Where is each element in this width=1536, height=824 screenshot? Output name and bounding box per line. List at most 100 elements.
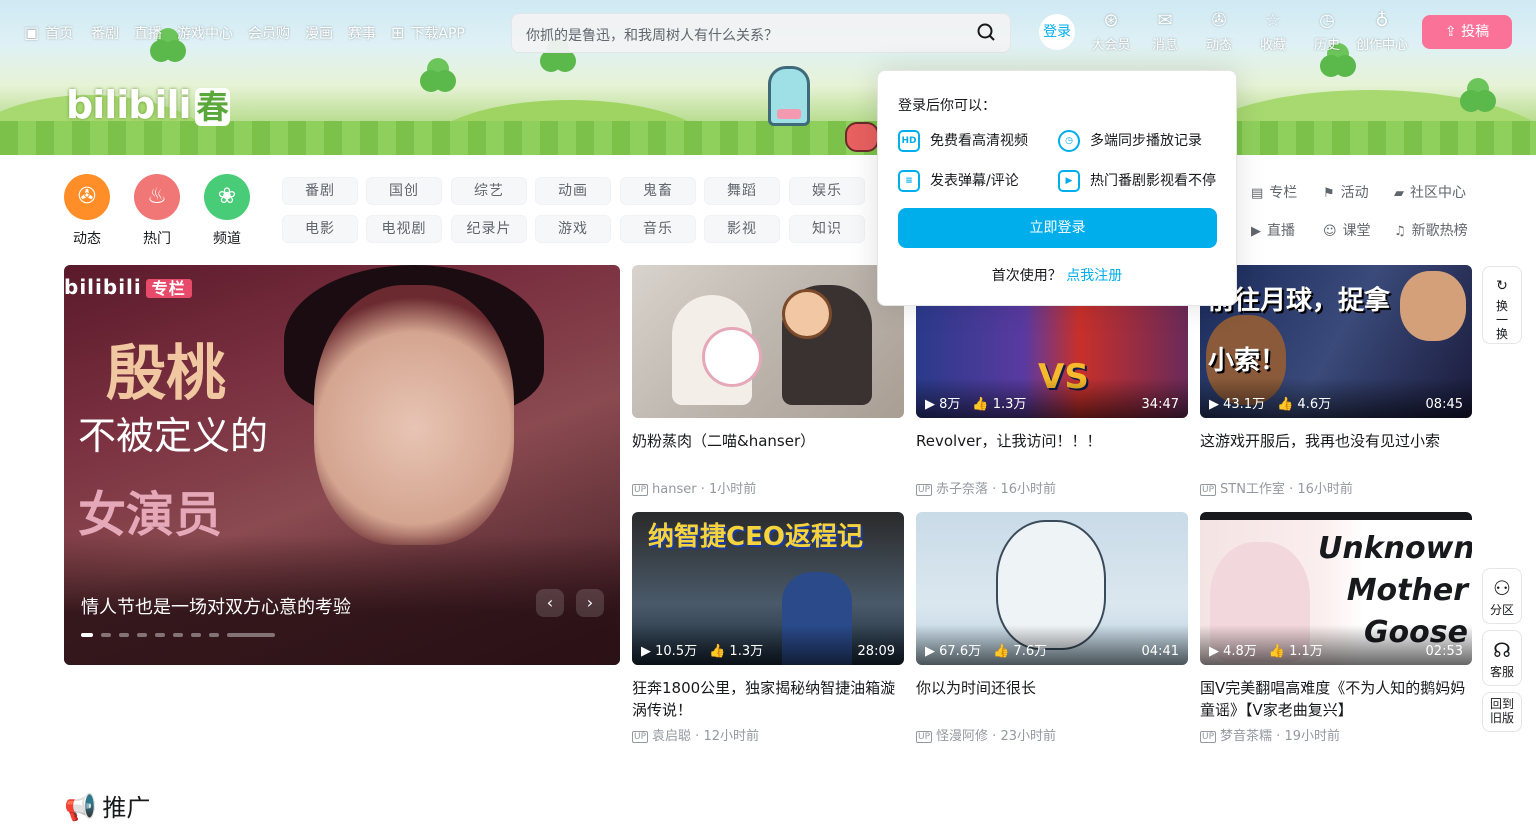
nav-messages[interactable]: ✉ 消息 — [1137, 10, 1193, 53]
video-meta[interactable]: UP 怪漫阿修 · 23小时前 — [916, 725, 1188, 744]
zones-icon: ⚇ — [1493, 576, 1511, 600]
featured-carousel[interactable]: bilibili 专栏 殷桃 不被定义的 女演员 情人节也是一场对双方心意的考验 … — [64, 265, 620, 665]
customer-service-button[interactable]: ☊ 客服 — [1482, 630, 1522, 686]
tag-guochuang[interactable]: 国创 — [366, 177, 442, 205]
video-card[interactable]: 前往月球，捉拿小索！ ▶ 43.1万 👍 4.6万 08:45 这游戏开服后，我再… — [1200, 265, 1472, 497]
play-icon: ▶ — [1209, 397, 1224, 412]
channel-channels[interactable]: ❀ 频道 — [204, 174, 250, 248]
play-box-icon: ▶ — [1058, 170, 1080, 192]
tag-bangumi[interactable]: 番剧 — [282, 177, 358, 205]
carousel-next-button[interactable]: › — [576, 589, 604, 617]
register-link[interactable]: 点我注册 — [1066, 268, 1122, 284]
link-classroom[interactable]: ☺ 课堂 — [1323, 220, 1371, 240]
feature-bangumi: ▶ 热门番剧影视看不停 — [1058, 170, 1216, 192]
clock-icon: ◷ — [1319, 10, 1335, 31]
nav-creator-center[interactable]: ♁ 创作中心 — [1353, 10, 1411, 53]
clock-icon: ◷ — [1058, 130, 1080, 152]
video-thumbnail[interactable]: 前往月球，捉拿小索！ ▶ 43.1万 👍 4.6万 08:45 — [1200, 265, 1472, 418]
up-badge: UP — [916, 484, 933, 496]
tag-film-tv[interactable]: 影视 — [704, 215, 780, 243]
tag-movie[interactable]: 电影 — [282, 215, 358, 243]
old-version-button[interactable]: 回到旧版 — [1482, 692, 1522, 732]
up-badge: UP — [1200, 731, 1217, 743]
feature-hd-video: HD 免费看高清视频 — [898, 130, 1028, 152]
tag-game[interactable]: 游戏 — [535, 215, 611, 243]
play-icon: ▶ — [925, 644, 940, 659]
link-live[interactable]: ▶ 直播 — [1251, 220, 1295, 240]
zones-button[interactable]: ⚇ 分区 — [1482, 568, 1522, 624]
nav-game-center[interactable]: 游戏中心 — [177, 23, 233, 43]
search-input[interactable]: 你抓的是鲁迅，和我周树人有什么关系？ — [511, 13, 1011, 53]
tag-kichiku[interactable]: 鬼畜 — [620, 177, 696, 205]
upload-button[interactable]: ⇪ 投稿 — [1422, 15, 1512, 49]
login-avatar-button[interactable]: 登录 — [1039, 14, 1075, 50]
tag-knowledge[interactable]: 知识 — [789, 215, 865, 243]
nav-mall[interactable]: 会员购 — [248, 23, 290, 43]
carousel-prev-button[interactable]: ‹ — [536, 589, 564, 617]
video-title[interactable]: 你以为时间还很长 — [916, 677, 1188, 721]
video-meta[interactable]: UP 袁启聪 · 12小时前 — [632, 725, 904, 744]
video-card[interactable]: 纳智捷CEO返程记 ▶ 10.5万 👍 1.3万 28:09 狂奔1800公里，独… — [632, 512, 904, 744]
nav-vip[interactable]: ⊛ 大会员 — [1083, 10, 1139, 53]
nav-history[interactable]: ◷ 历史 — [1299, 10, 1355, 53]
video-duration: 04:41 — [1141, 644, 1179, 659]
video-card[interactable]: Unknown Mother Goose ▶ 4.8万👍 1.1万 02:53 … — [1200, 512, 1472, 744]
search-icon[interactable] — [976, 22, 996, 42]
play-icon: ▶ — [925, 397, 940, 412]
refresh-button[interactable]: ↻ 换一换 — [1482, 266, 1522, 344]
up-badge: UP — [916, 731, 933, 743]
chevron-right-icon: › — [586, 593, 594, 612]
like-icon: 👍 — [1277, 397, 1298, 412]
flame-icon: ♨ — [134, 174, 180, 220]
nav-favorites[interactable]: ☆ 收藏 — [1245, 10, 1301, 53]
tag-documentary[interactable]: 纪录片 — [451, 215, 527, 243]
video-meta[interactable]: UP 赤子奈落 · 16小时前 — [916, 478, 1188, 497]
channel-hot[interactable]: ♨ 热门 — [134, 174, 180, 248]
video-duration: 28:09 — [857, 644, 895, 659]
nav-dynamics[interactable]: ✇ 动态 — [1191, 10, 1247, 53]
mascot-figure — [768, 66, 810, 126]
search-placeholder: 你抓的是鲁迅，和我周树人有什么关系？ — [526, 28, 778, 44]
tag-music[interactable]: 音乐 — [620, 215, 696, 243]
link-community[interactable]: ▰ 社区中心 — [1394, 182, 1466, 202]
link-column[interactable]: ▤ 专栏 — [1251, 182, 1297, 202]
nav-live[interactable]: 直播 — [134, 23, 162, 43]
tag-variety[interactable]: 综艺 — [451, 177, 527, 205]
tag-dance[interactable]: 舞蹈 — [704, 177, 780, 205]
video-meta[interactable]: UP STN工作室 · 16小时前 — [1200, 478, 1472, 497]
nav-bangumi[interactable]: 番剧 — [91, 23, 119, 43]
carousel-caption[interactable]: 情人节也是一场对双方心意的考验 — [81, 593, 351, 619]
tag-entertainment[interactable]: 娱乐 — [789, 177, 865, 205]
link-activity[interactable]: ⚑ 活动 — [1323, 182, 1369, 202]
nav-esports[interactable]: 赛事 — [348, 23, 376, 43]
video-meta[interactable]: UP hanser · 1小时前 — [632, 478, 904, 497]
tag-tv-series[interactable]: 电视剧 — [366, 215, 442, 243]
nav-home[interactable]: ▣ 首页 — [24, 23, 73, 43]
login-now-button[interactable]: 立即登录 — [898, 208, 1217, 248]
video-title[interactable]: 奶粉蒸肉（二喵&hanser） — [632, 430, 904, 474]
video-thumbnail[interactable]: 纳智捷CEO返程记 ▶ 10.5万 👍 1.3万 28:09 — [632, 512, 904, 665]
video-title[interactable]: 国V完美翻唱高难度《不为人知的鹅妈妈童谣》【V家老曲复兴】 — [1200, 677, 1472, 721]
danmaku-icon: ≡ — [898, 170, 920, 192]
video-thumbnail[interactable]: ▶ 67.6万 👍 7.6万 04:41 — [916, 512, 1188, 665]
carousel-indicators[interactable] — [81, 633, 283, 637]
carousel-portrait-face — [314, 285, 514, 545]
channel-dynamics[interactable]: ✇ 动态 — [64, 174, 110, 248]
video-title[interactable]: 这游戏开服后，我再也没有见过小索 — [1200, 430, 1472, 474]
video-thumbnail[interactable]: Unknown Mother Goose ▶ 4.8万👍 1.1万 02:53 — [1200, 512, 1472, 665]
live-icon: ▶ — [1251, 224, 1261, 239]
nav-manga[interactable]: 漫画 — [305, 23, 333, 43]
video-meta[interactable]: UP 梦音茶糯 · 19小时前 — [1200, 725, 1472, 744]
video-title[interactable]: Revolver，让我访问！！！ — [916, 430, 1188, 474]
video-card[interactable]: 奶粉蒸肉（二喵&hanser） UP hanser · 1小时前 — [632, 265, 904, 497]
video-title[interactable]: 狂奔1800公里，独家揭秘纳智捷油箱漩涡传说！ — [632, 677, 904, 721]
link-hot-songs[interactable]: ♫ 新歌热榜 — [1394, 220, 1468, 240]
bilibili-logo[interactable]: bilibili 春 — [66, 82, 230, 128]
tag-animation[interactable]: 动画 — [535, 177, 611, 205]
video-card[interactable]: ▶ 67.6万 👍 7.6万 04:41 你以为时间还很长 UP 怪漫阿修 · 23… — [916, 512, 1188, 744]
like-icon: 👍 — [709, 644, 730, 659]
community-icon: ▰ — [1394, 186, 1404, 201]
top-navigation: ▣ 首页 番剧 直播 游戏中心 会员购 漫画 赛事 ⊞ 下载APP 你抓的是鲁迅，和… — [0, 0, 1536, 64]
nav-download-app[interactable]: ⊞ 下载APP — [391, 23, 465, 43]
video-thumbnail[interactable] — [632, 265, 904, 418]
